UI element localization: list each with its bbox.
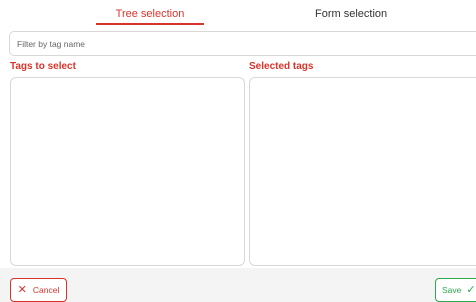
tab-tree-selection[interactable]: Tree selection	[96, 8, 204, 25]
tab-bar: Tree selection Form selection	[0, 0, 476, 28]
selected-tags-label: Selected tags	[249, 61, 314, 72]
save-button-label: Save	[442, 285, 462, 295]
tags-to-select-label: Tags to select	[10, 61, 76, 72]
cancel-button[interactable]: ✕ Cancel	[10, 278, 67, 302]
tag-selection-dialog: Tree selection Form selection Tags to se…	[0, 0, 476, 302]
cancel-button-label: Cancel	[32, 285, 60, 295]
filter-field	[9, 31, 476, 56]
tab-form-selection[interactable]: Form selection	[315, 8, 387, 20]
selected-tags-list[interactable]	[249, 77, 476, 266]
close-icon: ✕	[17, 283, 27, 296]
filter-input[interactable]	[10, 32, 476, 55]
check-icon: ✓	[466, 283, 476, 296]
tags-to-select-list[interactable]	[10, 77, 245, 266]
save-button[interactable]: Save ✓	[435, 278, 476, 302]
dialog-footer: ✕ Cancel Save ✓	[0, 268, 476, 302]
